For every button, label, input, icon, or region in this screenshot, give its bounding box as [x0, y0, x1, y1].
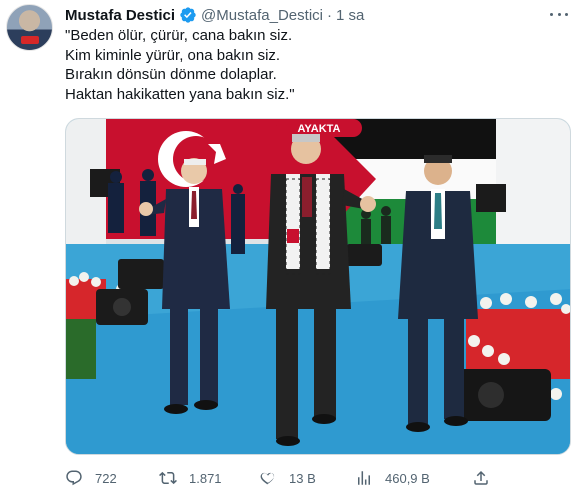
reply-icon	[66, 470, 82, 486]
heart-icon	[260, 472, 275, 485]
retweet-icon	[159, 471, 177, 485]
tweet-line: "Beden ölür, çürür, cana bakın siz.	[65, 27, 293, 44]
tweet-line: Haktan hakikatten yana bakın siz."	[65, 85, 295, 103]
tweet-card[interactable]: Mustafa Destici @Mustafa_Destici · 1 sa …	[0, 0, 580, 491]
author-name[interactable]: Mustafa Destici	[65, 7, 175, 24]
views-button[interactable]: 460,9 B	[355, 468, 430, 488]
share-button[interactable]	[472, 468, 490, 488]
verified-badge-icon[interactable]	[179, 6, 197, 24]
like-count: 13 B	[289, 470, 316, 486]
like-button[interactable]: 13 B	[259, 468, 316, 488]
tweet-actions: 722 1.871 13 B 460,9 B	[65, 468, 565, 488]
more-dots-icon[interactable]	[548, 6, 570, 22]
tweet-header: Mustafa Destici @Mustafa_Destici · 1 sa	[65, 5, 364, 25]
avatar-flag	[21, 36, 39, 44]
reply-button[interactable]: 722	[65, 468, 117, 488]
retweet-count: 1.871	[189, 470, 222, 486]
tweet-text: "Beden ölür, çürür, cana bakın siz. Kim …	[65, 26, 565, 104]
tweet-photo[interactable]: AYAKTA	[65, 118, 571, 455]
views-bar-chart-icon	[358, 471, 370, 485]
photo-illustration: AYAKTA	[66, 119, 570, 454]
author-handle[interactable]: @Mustafa_Destici	[201, 7, 323, 24]
avatar[interactable]	[6, 4, 53, 51]
banner-text: AYAKTA	[298, 123, 341, 135]
tweet-line: Kim kiminle yürür, ona bakın siz.	[65, 46, 281, 64]
timestamp[interactable]: 1 sa	[336, 7, 364, 24]
views-count: 460,9 B	[385, 470, 430, 486]
tweet-line: Bırakın dönsün dönme dolaplar.	[65, 66, 277, 83]
separator-dot: ·	[326, 6, 332, 24]
share-icon	[474, 470, 488, 485]
retweet-button[interactable]: 1.871	[159, 468, 222, 488]
reply-count: 722	[95, 470, 117, 486]
